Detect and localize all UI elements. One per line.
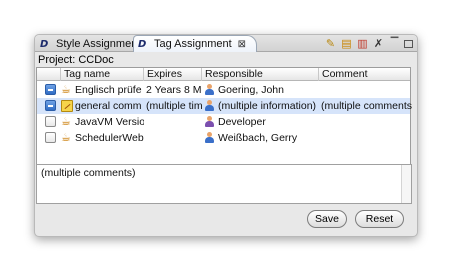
table-row-selected[interactable]: general comm (multiple tim (multiple inf… [37, 98, 412, 114]
comment-cell [321, 130, 412, 146]
responsible-name: (multiple information) [218, 100, 317, 112]
comment-cell [321, 114, 412, 130]
view-toolbar: ✎ ▤ ▥ ✗ ▔ [324, 36, 413, 51]
tab-style-assignment[interactable]: D Style Assignment [36, 36, 140, 52]
project-label: Project: CCDoc [38, 54, 114, 66]
tag-icon: ☕ [61, 131, 71, 144]
minimize-icon[interactable]: ▔ [388, 37, 401, 50]
responsible-name: Goering, John [218, 84, 284, 96]
tag-icon: ☕ [61, 83, 71, 96]
responsible-name: Developer [218, 116, 266, 128]
row-checkbox[interactable] [45, 116, 56, 127]
tag-name-cell: ☕ Englisch prüfe [61, 82, 144, 98]
column-header-comment[interactable]: Comment [319, 68, 412, 81]
tag-name: JavaVM Versio [75, 116, 144, 128]
tab-label: Tag Assignment [154, 38, 232, 50]
tag-name: SchedulerWeb [75, 132, 144, 144]
row-checkbox[interactable] [45, 132, 56, 143]
tag-table: Tag name Expires Responsible Comment ☕ E… [36, 67, 412, 179]
save-button[interactable]: Save [307, 210, 347, 228]
column-header-check[interactable] [37, 68, 61, 81]
tag-name-cell: ☕ JavaVM Versio [61, 114, 144, 130]
tag-name: Englisch prüfe [75, 84, 142, 96]
comment-text: (multiple comments) [41, 167, 136, 179]
tag-name-cell: ☕ SchedulerWeb [61, 130, 144, 146]
tab-label: Style Assignment [56, 38, 141, 50]
row-checkbox[interactable] [45, 100, 56, 111]
table-row[interactable]: ☕ JavaVM Versio Developer [37, 114, 410, 130]
table-row[interactable]: ☕ SchedulerWeb Weißbach, Gerry [37, 130, 410, 146]
pen-icon[interactable]: ✎ [324, 37, 337, 50]
tag-icon: ☕ [61, 115, 71, 128]
responsible-cell: Goering, John [204, 82, 324, 98]
comment-cell: (multiple comments) [321, 100, 412, 112]
table-row[interactable]: ☕ Englisch prüfe 2 Years 8 Mo Goering, J… [37, 82, 410, 98]
tag-assignment-window: D Style Assignment D Tag Assignment ⊠ ✎ … [34, 34, 418, 237]
document-icon[interactable]: ▤ [340, 37, 353, 50]
column-header-expires[interactable]: Expires [144, 68, 202, 81]
group-icon [204, 116, 215, 128]
person-icon [204, 100, 215, 112]
edit-tag-icon [61, 100, 73, 112]
tag-name: general comm [75, 100, 142, 112]
person-icon [204, 132, 215, 144]
responsible-name: Weißbach, Gerry [218, 132, 298, 144]
comment-textarea[interactable]: (multiple comments) [36, 164, 412, 204]
maximize-icon[interactable] [404, 40, 413, 48]
reset-button[interactable]: Reset [355, 210, 404, 228]
column-header-tag-name[interactable]: Tag name [61, 68, 144, 81]
person-icon [204, 84, 215, 96]
comment-cell [321, 82, 412, 98]
table-header: Tag name Expires Responsible Comment [37, 68, 410, 81]
responsible-cell: Developer [204, 114, 324, 130]
ccdoc-icon: D [138, 38, 147, 50]
expires-cell: 2 Years 8 Mo [146, 84, 202, 96]
expires-cell: (multiple tim [146, 100, 202, 112]
comment-scrollbar[interactable] [401, 165, 411, 203]
tab-bar: D Style Assignment D Tag Assignment ⊠ ✎ … [35, 35, 417, 52]
book-icon[interactable]: ▥ [356, 37, 369, 50]
ccdoc-icon: D [40, 38, 49, 50]
row-checkbox[interactable] [45, 84, 56, 95]
tab-tag-assignment[interactable]: D Tag Assignment ⊠ [133, 35, 257, 52]
tools-icon[interactable]: ✗ [372, 37, 385, 50]
expires-cell [146, 130, 202, 146]
tag-name-cell: general comm [61, 98, 144, 114]
responsible-cell: Weißbach, Gerry [204, 130, 324, 146]
close-tab-icon[interactable]: ⊠ [238, 39, 246, 50]
responsible-cell: (multiple information) [204, 98, 324, 114]
column-header-responsible[interactable]: Responsible [202, 68, 319, 81]
expires-cell [146, 114, 202, 130]
